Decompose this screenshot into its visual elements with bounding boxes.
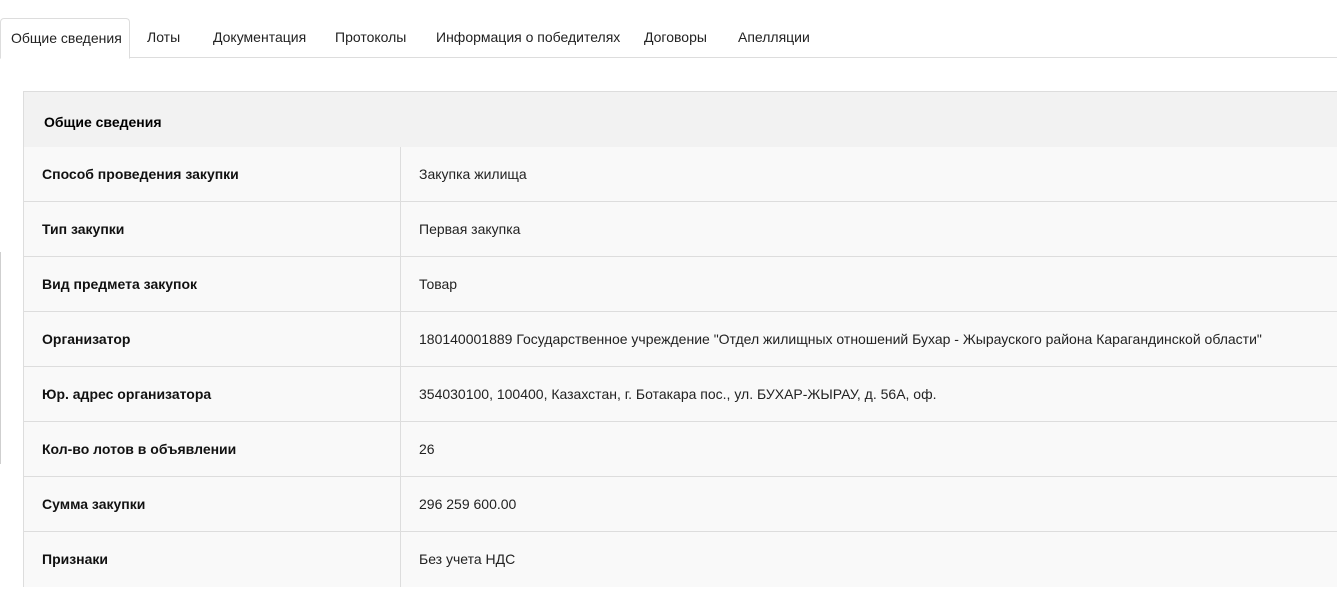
tab-protocols[interactable]: Протоколы bbox=[325, 18, 416, 58]
row-value: 26 bbox=[419, 441, 435, 457]
general-info-panel: Общие сведения Способ проведения закупки… bbox=[23, 91, 1337, 587]
info-table: Способ проведения закупки Закупка жилища… bbox=[24, 147, 1337, 587]
row-value: 354030100, 100400, Казахстан, г. Ботакар… bbox=[419, 386, 937, 402]
table-row: Юр. адрес организатора 354030100, 100400… bbox=[24, 367, 1337, 422]
table-row: Организатор 180140001889 Государственное… bbox=[24, 312, 1337, 367]
row-label: Вид предмета закупок bbox=[24, 257, 401, 311]
tab-lots[interactable]: Лоты bbox=[137, 18, 190, 58]
row-label: Признаки bbox=[24, 532, 401, 587]
row-label: Тип закупки bbox=[24, 202, 401, 256]
table-row: Тип закупки Первая закупка bbox=[24, 202, 1337, 257]
tab-appeals[interactable]: Апелляции bbox=[728, 18, 820, 58]
row-label: Сумма закупки bbox=[24, 477, 401, 531]
tab-general-info[interactable]: Общие сведения bbox=[0, 18, 130, 59]
table-row: Способ проведения закупки Закупка жилища bbox=[24, 147, 1337, 202]
tab-label: Документация bbox=[213, 29, 307, 45]
table-row: Сумма закупки 296 259 600.00 bbox=[24, 477, 1337, 532]
tab-label: Апелляции bbox=[738, 29, 810, 45]
tab-label: Общие сведения bbox=[11, 30, 122, 46]
row-label: Способ проведения закупки bbox=[24, 147, 401, 201]
tab-contracts[interactable]: Договоры bbox=[634, 18, 717, 58]
panel-heading: Общие сведения bbox=[24, 92, 1337, 147]
row-value: 180140001889 Государственное учреждение … bbox=[419, 331, 1262, 347]
panel-title: Общие сведения bbox=[44, 114, 162, 130]
row-value: Закупка жилища bbox=[419, 166, 527, 182]
row-label: Юр. адрес организатора bbox=[24, 367, 401, 421]
tab-label: Лоты bbox=[147, 29, 181, 45]
row-value: Первая закупка bbox=[419, 221, 521, 237]
tab-winners-info[interactable]: Информация о победителях bbox=[426, 18, 630, 58]
row-value: 296 259 600.00 bbox=[419, 496, 517, 512]
tab-documentation[interactable]: Документация bbox=[203, 18, 316, 58]
left-edge-divider bbox=[0, 252, 1, 464]
row-label: Кол-во лотов в объявлении bbox=[24, 422, 401, 476]
tab-label: Протоколы bbox=[335, 29, 407, 45]
table-row: Кол-во лотов в объявлении 26 bbox=[24, 422, 1337, 477]
table-row: Вид предмета закупок Товар bbox=[24, 257, 1337, 312]
row-value: Без учета НДС bbox=[419, 551, 516, 567]
tab-label: Информация о победителях bbox=[436, 29, 621, 45]
row-label: Организатор bbox=[24, 312, 401, 366]
tab-label: Договоры bbox=[644, 29, 707, 45]
row-value: Товар bbox=[419, 276, 458, 292]
table-row: Признаки Без учета НДС bbox=[24, 532, 1337, 587]
tab-bar: Общие сведения Лоты Документация Протоко… bbox=[0, 0, 1337, 59]
